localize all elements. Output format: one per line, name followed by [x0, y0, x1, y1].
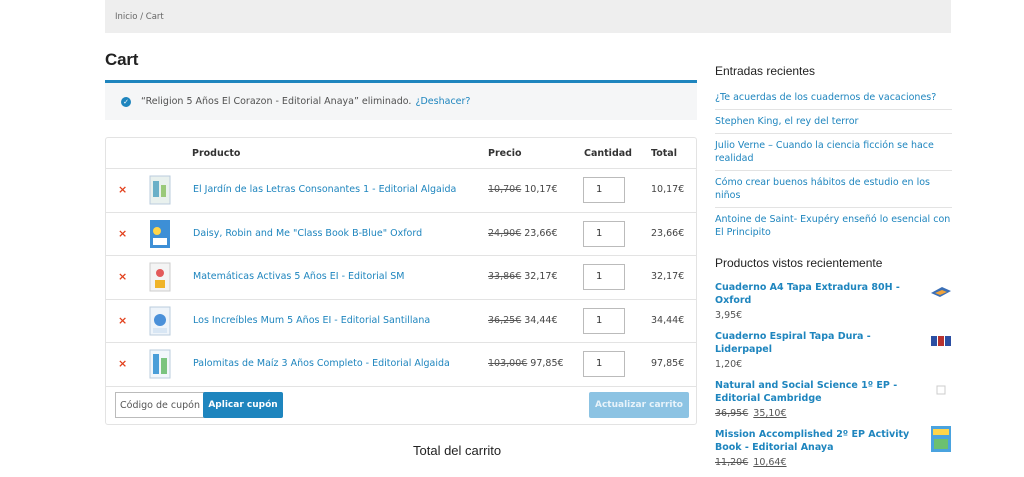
header-quantity: Cantidad [584, 148, 632, 159]
current-price: 10,64€ [753, 457, 787, 468]
current-price: 23,66€ [524, 227, 558, 239]
recent-post-link[interactable]: Julio Verne – Cuando la ciencia ficción … [715, 134, 952, 171]
header-product: Producto [192, 148, 241, 159]
cart-notice: ✓ “Religion 5 Años El Corazon - Editoria… [105, 80, 697, 120]
old-price: 11,20€ [715, 457, 749, 468]
product-thumbnail[interactable] [148, 306, 172, 336]
header-total: Total [651, 148, 677, 159]
current-price: 35,10€ [753, 408, 787, 419]
product-thumbnail[interactable] [148, 349, 172, 379]
quantity-input[interactable]: 1 [583, 264, 625, 290]
cart-table: Producto Precio Cantidad Total × El Jard… [105, 137, 697, 425]
apply-coupon-button[interactable]: Aplicar cupón [203, 391, 283, 418]
remove-item-icon[interactable]: × [118, 357, 127, 370]
product-thumbnail[interactable] [148, 175, 172, 205]
remove-item-icon[interactable]: × [118, 183, 127, 196]
table-row: × Matemáticas Activas 5 Años EI - Editor… [106, 256, 696, 300]
product-thumbnail[interactable] [148, 219, 172, 249]
product-name-link[interactable]: Palomitas de Maíz 3 Años Completo - Edit… [193, 358, 450, 369]
product-thumbnail[interactable] [148, 262, 172, 292]
update-cart-button[interactable]: Actualizar carrito [589, 391, 689, 418]
old-price: 36,95€ [715, 408, 749, 419]
current-price: 97,85€ [530, 358, 564, 369]
product-price: 103,00€ 97,85€ [488, 358, 564, 369]
viewed-product-price: 1,20€ [715, 359, 743, 370]
line-total: 32,17€ [651, 271, 685, 282]
current-price: 34,44€ [524, 314, 558, 326]
viewed-product-price: 11,20€ 10,64€ [715, 456, 952, 469]
cart-actions: Código de cupón Aplicar cupón Actualizar… [106, 387, 696, 429]
viewed-product-thumbnail[interactable] [930, 379, 952, 401]
old-price: 103,00€ [488, 358, 528, 369]
quantity-input[interactable]: 1 [583, 177, 625, 203]
table-row: × Daisy, Robin and Me "Class Book B-Blue… [106, 213, 696, 256]
list-item: Cuaderno A4 Tapa Extradura 80H - Oxford … [715, 281, 952, 322]
viewed-product-link[interactable]: Cuaderno Espiral Tapa Dura - Liderpapel [715, 330, 925, 356]
viewed-product-thumbnail[interactable] [930, 330, 952, 352]
product-name-link[interactable]: Matemáticas Activas 5 Años EI - Editoria… [193, 271, 404, 282]
coupon-input[interactable]: Código de cupón [115, 391, 205, 418]
table-row: × El Jardín de las Letras Consonantes 1 … [106, 169, 696, 213]
product-price: 24,90€ 23,66€ [488, 228, 558, 239]
product-price: 33,86€ 32,17€ [488, 271, 558, 282]
list-item: Natural and Social Science 1º EP - Edito… [715, 379, 952, 420]
line-total: 34,44€ [651, 314, 685, 326]
recently-viewed-list: Cuaderno A4 Tapa Extradura 80H - Oxford … [715, 281, 952, 477]
viewed-product-thumbnail[interactable] [930, 281, 952, 303]
old-price: 24,90€ [488, 227, 522, 239]
old-price: 33,86€ [488, 271, 522, 282]
list-item: Cuaderno Espiral Tapa Dura - Liderpapel … [715, 330, 952, 371]
recent-post-link[interactable]: Antoine de Saint- Exupéry enseñó lo esen… [715, 208, 952, 244]
viewed-product-price: 3,95€ [715, 310, 743, 321]
product-name-link[interactable]: El Jardín de las Letras Consonantes 1 - … [193, 184, 456, 195]
recently-viewed-title: Productos vistos recientemente [715, 256, 883, 270]
current-price: 32,17€ [524, 271, 558, 282]
viewed-product-link[interactable]: Natural and Social Science 1º EP - Edito… [715, 379, 925, 405]
recent-post-link[interactable]: Stephen King, el rey del terror [715, 110, 952, 134]
page-title: Cart [105, 50, 139, 69]
product-price: 36,25€ 34,44€ [488, 315, 558, 326]
quantity-input[interactable]: 1 [583, 220, 625, 247]
table-row: × Palomitas de Maíz 3 Años Completo - Ed… [106, 343, 696, 387]
check-icon: ✓ [121, 96, 131, 107]
viewed-product-price: 36,95€ 35,10€ [715, 407, 952, 420]
recent-post-link[interactable]: Cómo crear buenos hábitos de estudio en … [715, 171, 952, 208]
table-row: × Los Increíbles Mum 5 Años EI - Editori… [106, 300, 696, 343]
recent-post-link[interactable]: ¿Te acuerdas de los cuadernos de vacacio… [715, 86, 952, 110]
viewed-product-link[interactable]: Cuaderno A4 Tapa Extradura 80H - Oxford [715, 281, 925, 307]
quantity-input[interactable]: 1 [583, 351, 625, 377]
line-total: 10,17€ [651, 184, 685, 195]
viewed-product-thumbnail[interactable] [930, 426, 952, 452]
viewed-product-link[interactable]: Mission Accomplished 2º EP Activity Book… [715, 428, 925, 454]
notice-message: “Religion 5 Años El Corazon - Editorial … [141, 96, 412, 107]
line-total: 23,66€ [651, 227, 685, 239]
list-item: Mission Accomplished 2º EP Activity Book… [715, 426, 952, 469]
product-name-link[interactable]: Los Increíbles Mum 5 Años EI - Editorial… [193, 315, 430, 326]
breadcrumb-text[interactable]: Inicio / Cart [115, 12, 164, 22]
recent-posts-title: Entradas recientes [715, 64, 816, 78]
product-name-link[interactable]: Daisy, Robin and Me "Class Book B-Blue" … [193, 228, 422, 239]
recent-posts-list: ¿Te acuerdas de los cuadernos de vacacio… [715, 86, 952, 244]
old-price: 10,70€ [488, 184, 522, 195]
header-price: Precio [488, 148, 522, 159]
line-total: 97,85€ [651, 358, 685, 369]
old-price: 36,25€ [488, 314, 522, 326]
undo-link[interactable]: ¿Deshacer? [415, 96, 470, 107]
remove-item-icon[interactable]: × [118, 314, 127, 327]
current-price: 10,17€ [524, 184, 558, 195]
quantity-input[interactable]: 1 [583, 307, 625, 334]
remove-item-icon[interactable]: × [118, 227, 127, 240]
remove-item-icon[interactable]: × [118, 270, 127, 283]
product-price: 10,70€ 10,17€ [488, 184, 558, 195]
breadcrumb: Inicio / Cart [105, 0, 951, 33]
table-header: Producto Precio Cantidad Total [106, 138, 696, 169]
